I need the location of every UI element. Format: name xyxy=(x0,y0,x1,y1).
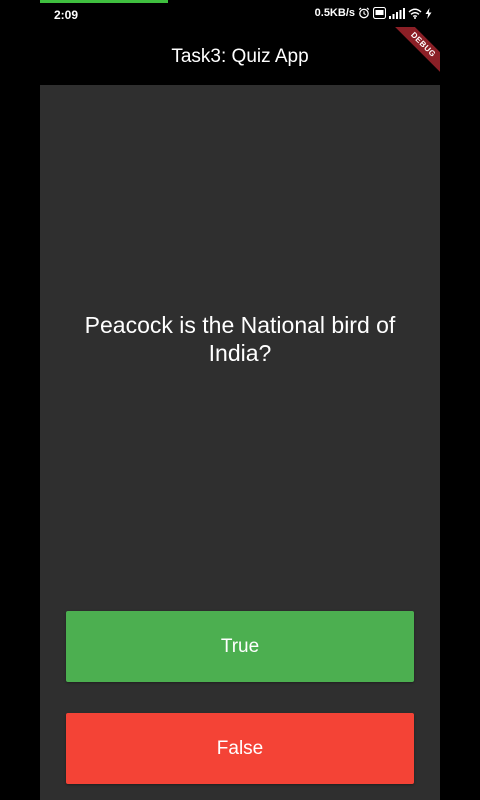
charging-icon xyxy=(425,7,432,19)
status-time: 2:09 xyxy=(54,8,79,22)
signal-icon xyxy=(389,7,405,19)
question-text: Peacock is the National bird of India? xyxy=(84,312,396,366)
true-button[interactable]: True xyxy=(66,611,414,682)
app-screen: 2:09 0.5KB/s Task3: Quiz App DEBUG Peaco… xyxy=(0,0,480,800)
quiz-panel: Peacock is the National bird of India? T… xyxy=(40,85,440,800)
status-icons: 0.5KB/s xyxy=(315,7,432,19)
network-speed: 0.5KB/s xyxy=(314,7,355,19)
debug-banner-area: DEBUG xyxy=(380,27,440,85)
debug-banner: DEBUG xyxy=(391,27,440,77)
vowifi-icon xyxy=(373,7,386,19)
false-button[interactable]: False xyxy=(66,713,414,784)
alarm-icon xyxy=(358,7,370,19)
wifi-icon xyxy=(408,8,422,19)
status-bar: 2:09 0.5KB/s xyxy=(40,3,440,27)
